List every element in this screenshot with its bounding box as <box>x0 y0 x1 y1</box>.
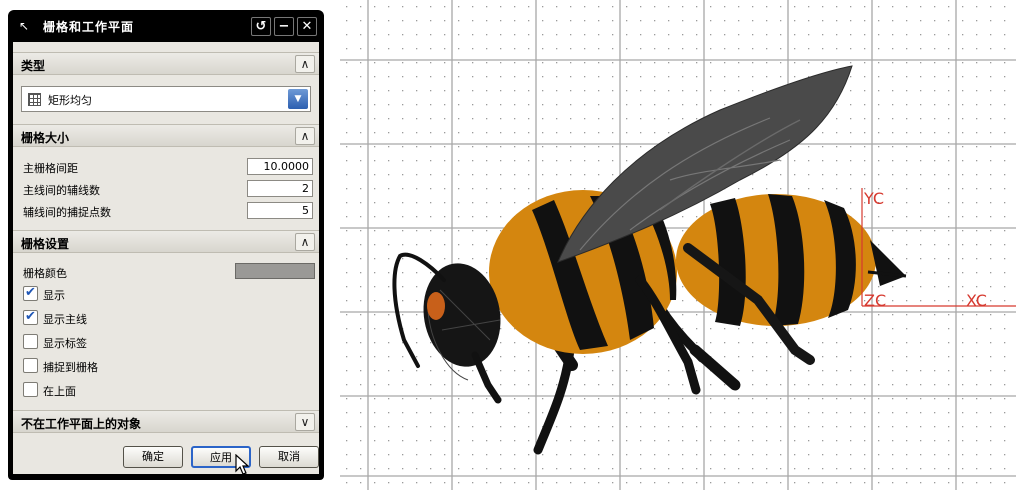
viewport-canvas <box>340 0 1016 490</box>
checkbox-on-top-box[interactable] <box>23 382 38 397</box>
minimize-icon[interactable]: − <box>274 17 294 36</box>
section-grid-settings-label: 栅格设置 <box>21 237 70 251</box>
chevron-up-icon[interactable]: ∧ <box>295 233 315 251</box>
cancel-button[interactable]: 取消 <box>259 446 319 468</box>
checkbox-show-major-box[interactable] <box>23 309 38 325</box>
pointer-icon: ↖ <box>18 19 30 33</box>
axis-label-zc: ZC <box>864 291 887 310</box>
section-off-plane-label: 不在工作平面上的对象 <box>21 417 142 431</box>
graphics-viewport[interactable]: YC ZC XC <box>340 0 1016 490</box>
major-spacing-field[interactable]: 10.0000 <box>247 158 313 175</box>
grid-color-label: 栅格颜色 <box>23 267 67 280</box>
checkbox-snap-to-grid-label: 捕捉到栅格 <box>43 361 98 374</box>
checkbox-show-labels-box[interactable] <box>23 334 38 349</box>
snap-points-label: 辅线间的捕捉点数 <box>23 206 111 219</box>
minor-grid <box>340 0 1016 490</box>
reset-icon[interactable]: ↺ <box>251 17 271 36</box>
axis-label-xc: XC <box>966 291 987 310</box>
dialog-body: 类型 ∧ 矩形均匀 ▼ 栅格大小 ∧ 主栅格间距 10.0000 主线间的辅线数… <box>13 42 319 475</box>
section-grid-size-label: 栅格大小 <box>21 131 70 145</box>
section-grid-settings-header[interactable]: 栅格设置 ∧ <box>13 230 319 253</box>
snap-points-field[interactable]: 5 <box>247 202 313 219</box>
dialog-title: 栅格和工作平面 <box>43 20 135 34</box>
major-spacing-label: 主栅格间距 <box>23 162 78 175</box>
type-select[interactable]: 矩形均匀 ▼ <box>21 86 311 112</box>
section-grid-size-header[interactable]: 栅格大小 ∧ <box>13 124 319 147</box>
dialog-titlebar[interactable]: ↖ 栅格和工作平面 ↺ − ✕ <box>13 14 319 40</box>
grid-color-swatch[interactable] <box>235 263 315 279</box>
grid-dialog: ↖ 栅格和工作平面 ↺ − ✕ 类型 ∧ 矩形均匀 ▼ 栅格大小 ∧ 主栅格间距… <box>8 10 324 480</box>
grid-icon <box>28 93 41 106</box>
checkbox-show-labels-label: 显示标签 <box>43 337 87 350</box>
checkbox-show-major-label: 显示主线 <box>43 313 87 326</box>
chevron-down-icon[interactable]: ∨ <box>295 413 315 431</box>
mouse-cursor-icon <box>235 454 250 475</box>
checkbox-snap-to-grid-box[interactable] <box>23 358 38 373</box>
minor-lines-label: 主线间的辅线数 <box>23 184 100 197</box>
section-type-label: 类型 <box>21 59 46 73</box>
section-type-header[interactable]: 类型 ∧ <box>13 52 319 75</box>
minor-lines-field[interactable]: 2 <box>247 180 313 197</box>
chevron-up-icon[interactable]: ∧ <box>295 127 315 145</box>
type-select-value: 矩形均匀 <box>48 94 92 107</box>
chevron-up-icon[interactable]: ∧ <box>295 55 315 73</box>
checkbox-show-box[interactable] <box>23 285 38 301</box>
section-off-plane-header[interactable]: 不在工作平面上的对象 ∨ <box>13 410 319 433</box>
axis-label-yc: YC <box>864 189 885 208</box>
close-icon[interactable]: ✕ <box>297 17 317 36</box>
ok-button[interactable]: 确定 <box>123 446 183 468</box>
checkbox-show-label: 显示 <box>43 289 65 302</box>
checkbox-on-top-label: 在上面 <box>43 385 76 398</box>
chevron-down-icon[interactable]: ▼ <box>288 89 308 109</box>
